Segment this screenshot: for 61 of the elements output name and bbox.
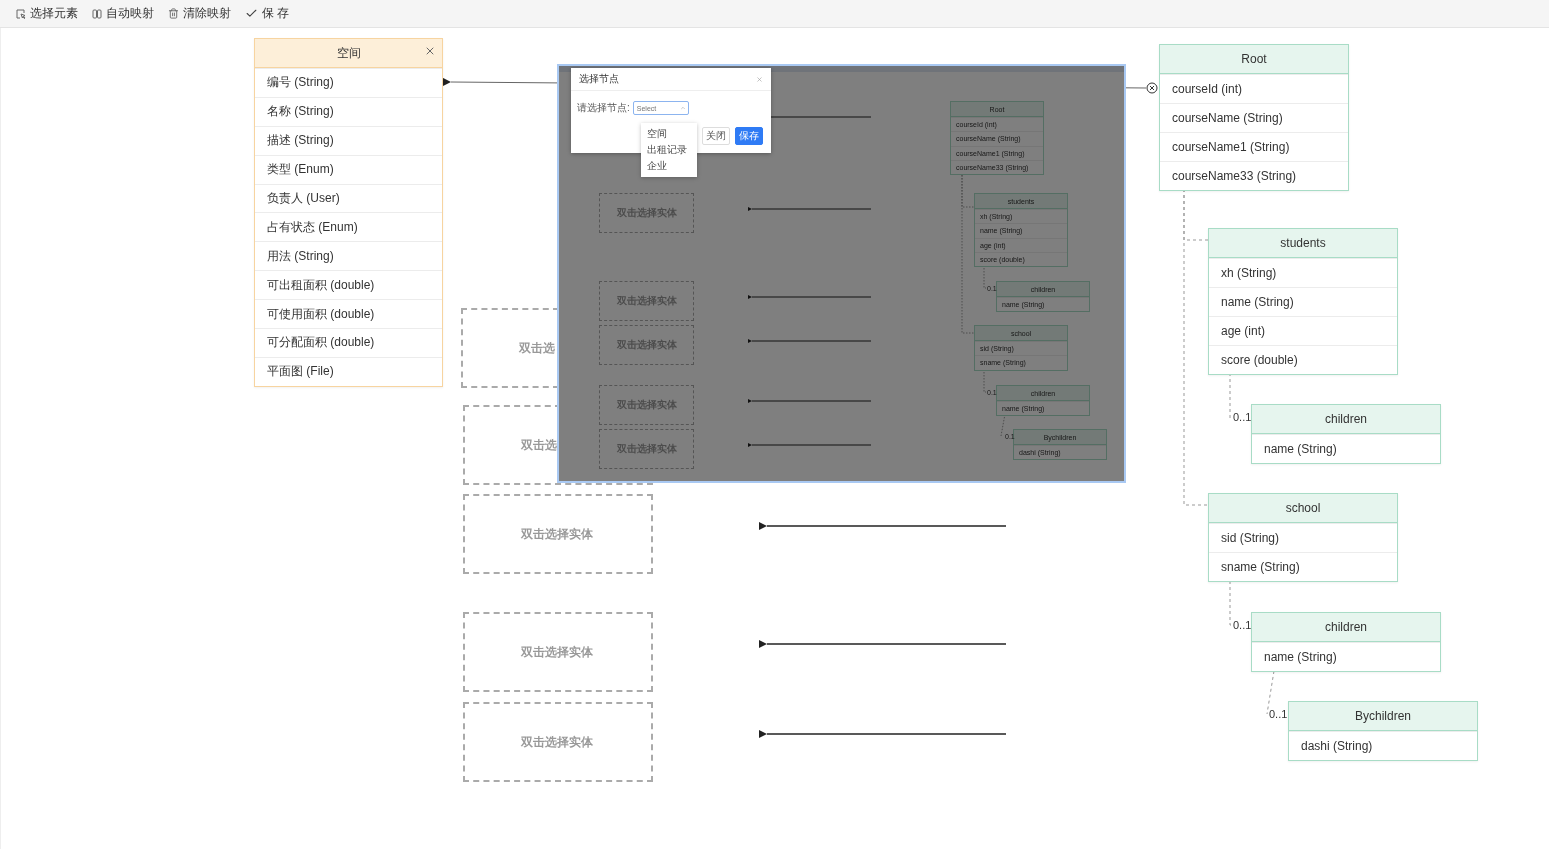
check-icon: [245, 7, 258, 20]
field-row[interactable]: name (String): [1252, 642, 1440, 671]
link-icon: [92, 8, 102, 19]
field-row[interactable]: 可出租面积 (double): [255, 270, 442, 300]
tree-node-card[interactable]: Bychildren dashi (String): [1288, 701, 1478, 761]
field-row[interactable]: sid (String): [1209, 523, 1397, 552]
tree-node-card[interactable]: Root courseId (int) courseName (String) courseName1 (String) courseName33 (String): [1159, 44, 1349, 191]
field-row[interactable]: courseName (String): [1160, 102, 1348, 132]
field-row[interactable]: 负责人 (User): [255, 183, 442, 213]
field-row[interactable]: xh (String): [1209, 258, 1397, 287]
toolbar-button[interactable]: 清除映射: [168, 5, 231, 22]
field-row[interactable]: 描述 (String): [255, 125, 442, 155]
tree-node-card[interactable]: children name (String): [1251, 404, 1441, 464]
field-row[interactable]: sname (String): [1209, 551, 1397, 581]
node-title: school: [1285, 501, 1321, 515]
field-row[interactable]: courseName33 (String): [1160, 160, 1348, 190]
dialog-title: 选择节点: [579, 72, 619, 86]
field-row[interactable]: name (String): [1252, 434, 1440, 463]
tree-node-card[interactable]: children name (String): [1251, 612, 1441, 672]
dialog-button[interactable]: 关闭: [702, 127, 730, 145]
field-row[interactable]: 名称 (String): [255, 96, 442, 126]
field-row[interactable]: 占有状态 (Enum): [255, 212, 442, 242]
node-title: children: [1325, 620, 1367, 634]
node-title: Bychildren: [1355, 709, 1411, 723]
field-row[interactable]: 编号 (String): [255, 68, 442, 97]
dropdown-option[interactable]: 空间: [641, 126, 697, 142]
field-row[interactable]: 可使用面积 (double): [255, 299, 442, 328]
connector-handle-icon[interactable]: [1146, 82, 1158, 94]
field-row[interactable]: dashi (String): [1289, 731, 1477, 760]
field-label: 请选择节点:: [577, 101, 630, 115]
field-row[interactable]: name (String): [1209, 286, 1397, 316]
close-button[interactable]: [424, 45, 436, 57]
dropdown-option[interactable]: 企业: [641, 158, 697, 174]
node-title: 空间: [336, 44, 361, 62]
field-row[interactable]: age (int): [1209, 315, 1397, 345]
multiplicity-label: 0..1: [1233, 620, 1252, 631]
node-title: Root: [1241, 52, 1267, 66]
trash-icon: [168, 8, 179, 19]
chevron-icon: [679, 105, 686, 111]
entity-card[interactable]: 空间 编号 (String) 名称 (String) 描述 (String) 类型 (Enum) 负责人 (User) 占有状态 (Enum) 用法 (String) 可出租面积 (double) 可使用面积 (double) 可分配面积 (double) 平面图 (File): [254, 38, 443, 387]
toolbar-button[interactable]: 自动映射: [92, 5, 154, 22]
tree-node-card[interactable]: school sid (String) sname (String): [1208, 493, 1398, 582]
dropdown-option[interactable]: 出租记录: [641, 142, 697, 158]
toolbar-button[interactable]: 选择元素: [16, 5, 78, 22]
field-row[interactable]: score (double): [1209, 344, 1397, 374]
tree-connector: [1229, 580, 1233, 626]
node-title: children: [1325, 412, 1367, 426]
field-row[interactable]: courseName1 (String): [1160, 131, 1348, 161]
toolbar-button[interactable]: 保 存: [245, 5, 290, 22]
select-icon: [16, 8, 26, 19]
multiplicity-label: 0..1: [1233, 412, 1252, 423]
dialog-button[interactable]: 保存: [735, 127, 763, 145]
field-row[interactable]: 可分配面积 (double): [255, 328, 442, 357]
field-row[interactable]: 平面图 (File): [255, 356, 442, 386]
tree-connector: [1229, 372, 1233, 419]
node-title: students: [1280, 236, 1326, 250]
tree-node-card[interactable]: students xh (String) name (String) age (int) score (double): [1208, 228, 1398, 375]
field-row[interactable]: 用法 (String): [255, 241, 442, 271]
multiplicity-label: 0..1: [1269, 709, 1288, 720]
field-row[interactable]: 类型 (Enum): [255, 154, 442, 184]
field-row[interactable]: courseId (int): [1160, 74, 1348, 103]
